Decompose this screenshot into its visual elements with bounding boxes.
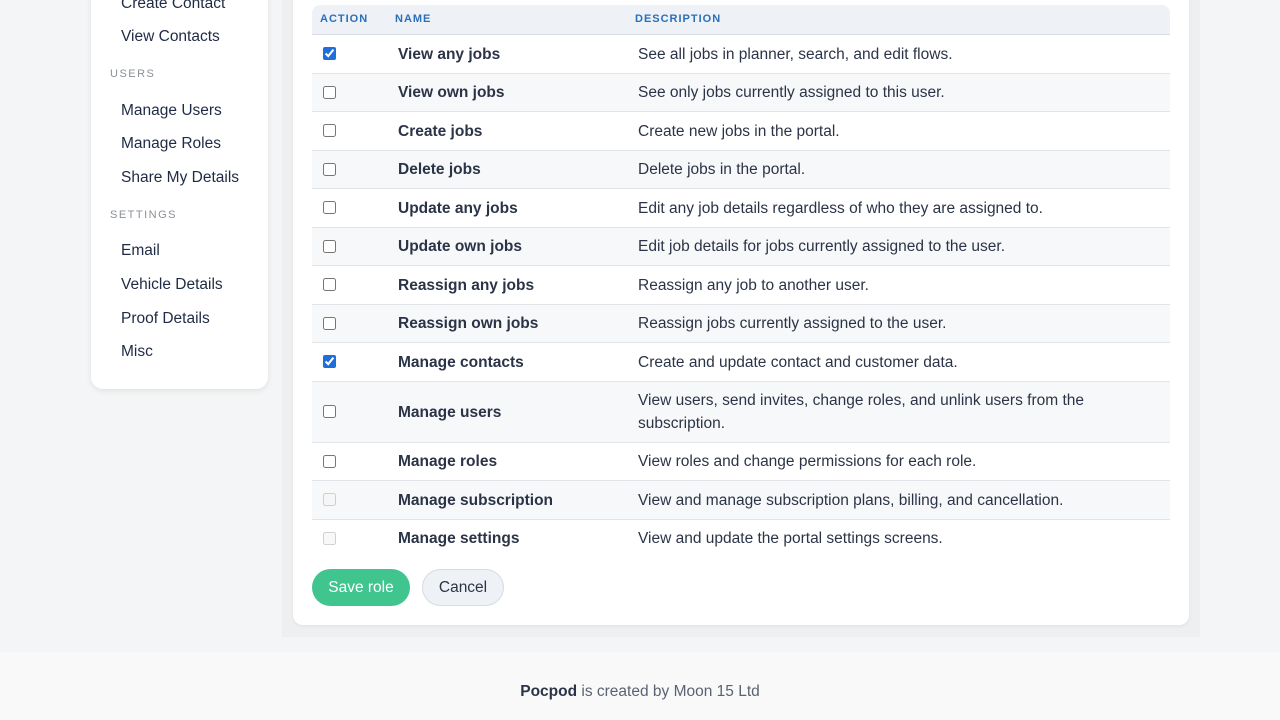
permission-checkbox[interactable] [323, 317, 336, 330]
table-row: Delete jobs Delete jobs in the portal. [312, 151, 1170, 189]
save-role-button[interactable]: Save role [312, 569, 410, 606]
permission-checkbox[interactable] [323, 240, 336, 253]
footer-credit: is created by Moon 15 Ltd [577, 683, 760, 700]
permission-description: Create and update contact and customer d… [638, 353, 958, 371]
permission-name: Delete jobs [398, 161, 481, 178]
footer: Pocpod is created by Moon 15 Ltd [0, 652, 1280, 720]
sidebar-section-users: USERS [110, 68, 156, 80]
permission-checkbox[interactable] [323, 455, 336, 468]
column-header-description: DESCRIPTION [635, 13, 722, 25]
permission-checkbox[interactable] [323, 124, 336, 137]
permission-description: View users, send invites, change roles, … [638, 392, 1085, 432]
table-row: View any jobs See all jobs in planner, se… [312, 35, 1170, 74]
permission-name: Update own jobs [398, 238, 522, 255]
permission-name: Update any jobs [398, 199, 518, 217]
sidebar-item-email[interactable]: Email [121, 242, 160, 260]
permission-description: View and manage subscription plans, bill… [638, 491, 1064, 509]
permission-name: Reassign own jobs [398, 315, 539, 332]
sidebar-item-share-my-details[interactable]: Share My Details [121, 169, 239, 187]
permission-checkbox[interactable] [323, 86, 336, 99]
sidebar-section-settings: SETTINGS [110, 209, 178, 221]
table-row: Manage users View users, send invites, ch… [312, 382, 1170, 443]
permission-checkbox[interactable] [323, 201, 336, 214]
permission-checkbox[interactable] [323, 47, 336, 60]
sidebar: Create Contact View Contacts USERS Manag… [91, 0, 268, 389]
permission-description: See all jobs in planner, search, and edi… [638, 45, 953, 63]
sidebar-item-misc[interactable]: Misc [121, 343, 153, 361]
footer-brand[interactable]: Pocpod [520, 683, 577, 700]
permission-name: Manage roles [398, 453, 498, 470]
permission-checkbox[interactable] [323, 355, 336, 368]
table-row: Create jobs Create new jobs in the portal… [312, 112, 1170, 151]
table-row: Manage settings View and update the porta… [312, 520, 1170, 557]
sidebar-item-create-contact[interactable]: Create Contact [121, 0, 225, 13]
permission-checkbox[interactable] [323, 532, 336, 545]
permission-description: View and update the portal settings scre… [638, 530, 943, 547]
permission-description: Edit any job details regardless of who t… [638, 199, 1043, 217]
table-row: Manage roles View roles and change permis… [312, 443, 1170, 481]
sidebar-item-proof-details[interactable]: Proof Details [121, 310, 210, 328]
permission-checkbox[interactable] [323, 493, 336, 506]
table-row: View own jobs See only jobs currently ass… [312, 74, 1170, 112]
table-row: Manage contacts Create and update contact… [312, 343, 1170, 382]
permission-description: See only jobs currently assigned to this… [638, 84, 945, 101]
cancel-button[interactable]: Cancel [422, 569, 504, 606]
permission-name: Reassign any jobs [398, 276, 535, 294]
permission-name: View own jobs [398, 84, 505, 101]
table-row: Reassign any jobs Reassign any job to ano… [312, 266, 1170, 305]
permission-description: Edit job details for jobs currently assi… [638, 238, 1006, 255]
permission-description: View roles and change permissions for ea… [638, 453, 977, 470]
permission-checkbox[interactable] [323, 163, 336, 176]
table-row: Manage subscription View and manage subsc… [312, 481, 1170, 520]
permission-description: Reassign jobs currently assigned to the … [638, 315, 947, 332]
table-row: Update own jobs Edit job details for jobs… [312, 228, 1170, 266]
permission-name: Manage users [398, 403, 502, 421]
permission-checkbox[interactable] [323, 405, 336, 418]
table-row: Update any jobs Edit any job details rega… [312, 189, 1170, 228]
permission-description: Delete jobs in the portal. [638, 161, 806, 178]
permission-name: Create jobs [398, 122, 483, 140]
permission-name: View any jobs [398, 45, 501, 63]
permission-name: Manage subscription [398, 491, 554, 509]
sidebar-item-manage-roles[interactable]: Manage Roles [121, 135, 221, 153]
table-header: ACTION NAME DESCRIPTION [312, 5, 1170, 35]
sidebar-item-vehicle-details[interactable]: Vehicle Details [121, 276, 223, 294]
sidebar-item-view-contacts[interactable]: View Contacts [121, 28, 220, 46]
sidebar-item-manage-users[interactable]: Manage Users [121, 102, 222, 120]
column-header-action: ACTION [320, 13, 369, 25]
column-header-name: NAME [395, 13, 432, 25]
permission-name: Manage contacts [398, 353, 524, 371]
permission-description: Create new jobs in the portal. [638, 122, 840, 140]
footer-text: Pocpod is created by Moon 15 Ltd [0, 683, 1280, 701]
permission-name: Manage settings [398, 530, 520, 547]
permissions-table: ACTION NAME DESCRIPTION View any jobs See… [312, 5, 1170, 557]
table-row: Reassign own jobs Reassign jobs currently… [312, 305, 1170, 343]
permission-description: Reassign any job to another user. [638, 276, 869, 294]
permission-checkbox[interactable] [323, 278, 336, 291]
